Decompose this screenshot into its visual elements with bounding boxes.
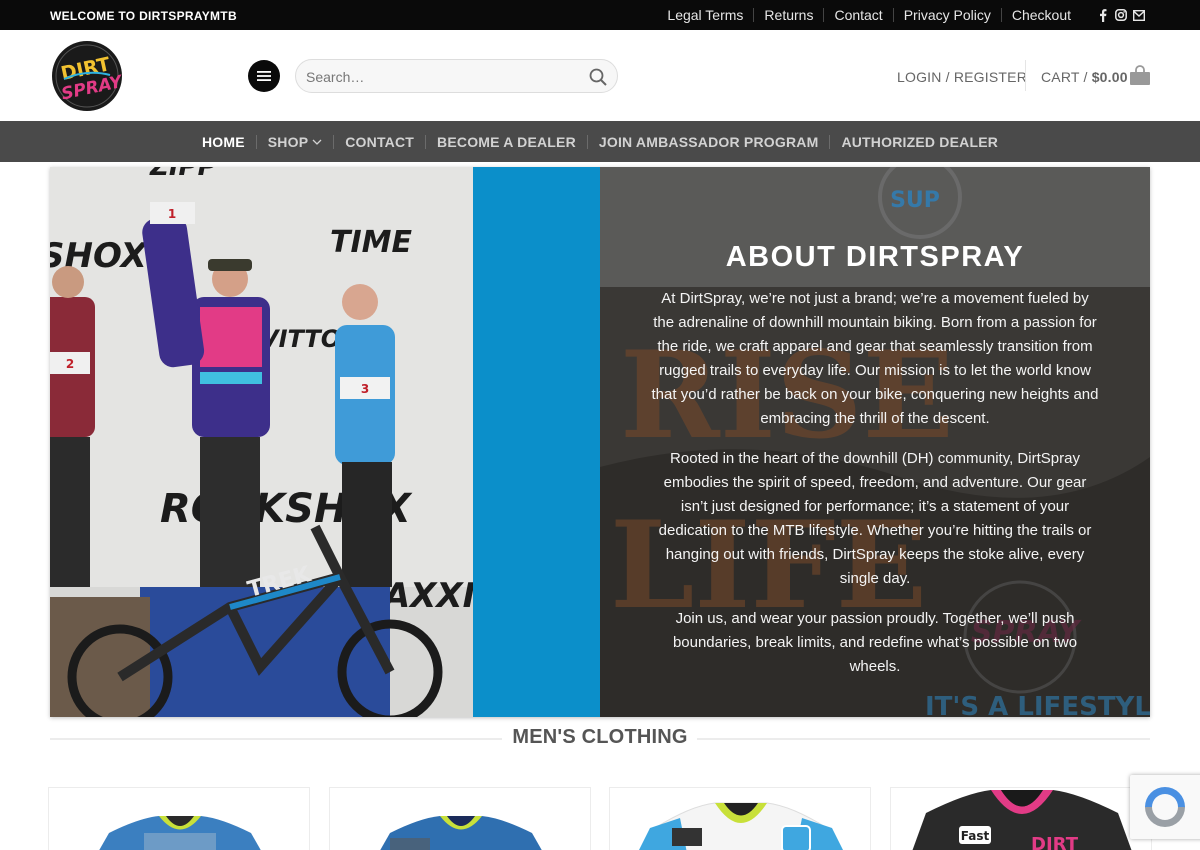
top-links: Legal Terms Returns Contact Privacy Poli… bbox=[657, 0, 1081, 30]
lifestyle-background-text: IT'S A LIFESTYLE... bbox=[925, 692, 1150, 717]
nav-home-label: HOME bbox=[201, 133, 245, 150]
shopping-bag-icon[interactable] bbox=[1130, 65, 1150, 87]
mens-clothing-section-header: MEN'S CLOTHING bbox=[50, 726, 1150, 752]
nav-become-dealer-label: BECOME A DEALER bbox=[437, 133, 576, 150]
contact-link[interactable]: Contact bbox=[823, 8, 892, 22]
top-bar: WELCOME TO DIRTSPRAYMTB Legal Terms Retu… bbox=[0, 0, 1200, 30]
section-title: MEN'S CLOTHING bbox=[512, 726, 688, 748]
returns-link[interactable]: Returns bbox=[753, 8, 823, 22]
about-paragraph-2: Rooted in the heart of the downhill (DH)… bbox=[658, 450, 1092, 587]
product-card[interactable] bbox=[329, 787, 591, 850]
product-jersey-image bbox=[99, 816, 261, 850]
social-icons bbox=[1096, 0, 1145, 30]
site-header: DIRT SPRAY LOGIN / REGISTER CART / $0.00 bbox=[0, 30, 1200, 121]
legal-terms-link[interactable]: Legal Terms bbox=[657, 8, 753, 22]
email-icon[interactable] bbox=[1132, 9, 1145, 22]
main-nav: HOME SHOP CONTACT BECOME A DEALER JOIN A… bbox=[0, 121, 1200, 162]
about-hero-banner: ZIPP SHOX TIME VITTORIA ROCKSHOX MAXXIS … bbox=[50, 167, 1150, 717]
banner-word-time: TIME bbox=[330, 225, 412, 260]
menu-button[interactable] bbox=[248, 60, 280, 92]
blue-accent-strip bbox=[473, 167, 600, 717]
nav-ambassador-label: JOIN AMBASSADOR PROGRAM bbox=[598, 133, 819, 150]
podium-plate-number-3: 3 bbox=[361, 382, 369, 396]
product-jersey-image: Fast DIRT bbox=[912, 790, 1132, 850]
search-box bbox=[295, 59, 618, 93]
nav-authorized-dealer[interactable]: AUTHORIZED DEALER bbox=[829, 133, 1009, 150]
facebook-icon[interactable] bbox=[1096, 8, 1109, 22]
dirtspray-logo[interactable]: DIRT SPRAY bbox=[50, 39, 125, 113]
cart-label: CART / bbox=[1041, 69, 1088, 85]
product-card[interactable]: Fast DIRT bbox=[890, 787, 1152, 850]
product-jersey-image bbox=[639, 802, 843, 850]
nav-contact-label: CONTACT bbox=[345, 133, 415, 150]
banner-word-zipp: ZIPP bbox=[149, 167, 217, 182]
search-icon[interactable] bbox=[588, 67, 608, 87]
svg-text:DIRT: DIRT bbox=[1031, 834, 1079, 850]
about-title: ABOUT DIRTSPRAY bbox=[725, 241, 1025, 273]
nav-authorized-dealer-label: AUTHORIZED DEALER bbox=[841, 133, 999, 150]
podium-plate-number-1: 1 bbox=[168, 207, 176, 221]
about-paragraph-1: At DirtSpray, we’re not just a brand; we… bbox=[651, 290, 1099, 427]
login-register-link[interactable]: LOGIN / REGISTER bbox=[897, 69, 1027, 85]
search-input[interactable] bbox=[306, 67, 576, 87]
nav-become-dealer[interactable]: BECOME A DEALER bbox=[425, 133, 587, 150]
privacy-policy-link[interactable]: Privacy Policy bbox=[892, 8, 1001, 22]
recaptcha-badge[interactable] bbox=[1130, 775, 1200, 839]
about-text-panel: RISE LIFE SUP SPRAY IT'S A LIFESTYLE... … bbox=[600, 167, 1150, 717]
chevron-down-icon bbox=[312, 139, 322, 145]
hamburger-icon bbox=[257, 71, 271, 81]
nav-home[interactable]: HOME bbox=[191, 135, 256, 149]
nav-shop[interactable]: SHOP bbox=[255, 133, 333, 150]
welcome-text: WELCOME TO DIRTSPRAYMTB bbox=[50, 9, 237, 23]
product-card[interactable] bbox=[609, 787, 871, 850]
podium-photo: ZIPP SHOX TIME VITTORIA ROCKSHOX MAXXIS … bbox=[50, 167, 500, 717]
product-jersey-image bbox=[380, 816, 542, 850]
cart-link[interactable]: CART / $0.00 bbox=[1041, 69, 1128, 85]
nav-contact[interactable]: CONTACT bbox=[333, 133, 425, 150]
recaptcha-icon bbox=[1145, 787, 1185, 827]
podium-plate-number-2: 2 bbox=[66, 357, 74, 371]
background-sup-text: SUP bbox=[890, 188, 940, 213]
nav-shop-label: SHOP bbox=[267, 133, 309, 150]
instagram-icon[interactable] bbox=[1114, 9, 1127, 22]
about-content: ABOUT DIRTSPRAY At DirtSpray, we’re not … bbox=[650, 237, 1100, 695]
header-divider bbox=[1025, 60, 1026, 91]
nav-ambassador-program[interactable]: JOIN AMBASSADOR PROGRAM bbox=[586, 133, 830, 150]
svg-text:Fast: Fast bbox=[961, 829, 990, 843]
checkout-link[interactable]: Checkout bbox=[1000, 8, 1081, 22]
product-card[interactable] bbox=[48, 787, 310, 850]
about-paragraph-3: Join us, and wear your passion proudly. … bbox=[672, 610, 1078, 675]
cart-amount: $0.00 bbox=[1091, 69, 1128, 85]
